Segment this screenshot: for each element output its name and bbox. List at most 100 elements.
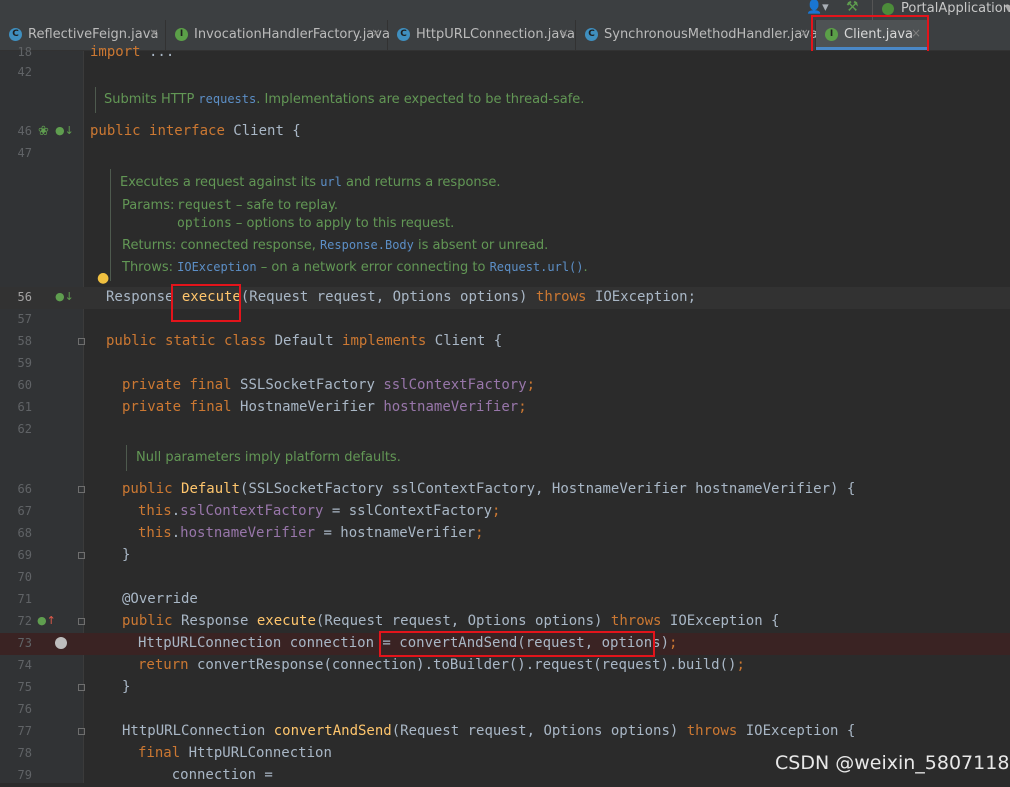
line-number: 77 (17, 724, 32, 738)
code-line-74: 74 return convertResponse(connection).to… (0, 655, 1010, 677)
code-text: } (122, 547, 131, 563)
field-name: sslContextFactory (180, 503, 324, 519)
keyword: public (90, 123, 141, 139)
line-number: 56 (17, 290, 32, 304)
code-line-70: 70 (0, 567, 1010, 589)
method-name: convertAndSend (273, 723, 392, 739)
param-name: request (177, 198, 232, 213)
doc-label: Throws: (122, 260, 173, 275)
close-icon[interactable]: × (149, 26, 159, 40)
line-number: 58 (17, 334, 32, 348)
close-icon[interactable]: × (799, 26, 809, 40)
doc-text: – options to apply to this request. (231, 216, 455, 231)
code-line-18: 18 import ... (0, 42, 1010, 64)
fold-icon[interactable] (78, 684, 85, 691)
javadoc-params-label: Params: (122, 198, 175, 213)
code-text: public interface Client { (90, 123, 301, 139)
code-text: connection = (138, 767, 273, 783)
javadoc-returns: Returns: connected response, Response.Bo… (122, 238, 548, 253)
keyword: final (138, 745, 181, 761)
code-line-69: 69 } (0, 545, 1010, 567)
execute-javadoc-summary: Executes a request against its url and r… (120, 175, 501, 190)
code-line-42: 42 (0, 62, 1010, 84)
doc-link[interactable]: Response.Body (320, 238, 414, 252)
fold-icon[interactable] (78, 618, 85, 625)
lightbulb-icon[interactable]: ● (97, 270, 109, 286)
folded-imports[interactable]: ... (141, 44, 174, 60)
identifier: (Request request, Options options) (315, 613, 611, 629)
class-icon: C (585, 28, 598, 41)
doc-link[interactable]: requests (198, 92, 256, 106)
line-number: 68 (17, 526, 32, 540)
fold-icon[interactable] (78, 338, 85, 345)
code-line-56: 56 ●↓ Response execute(Request request, … (0, 287, 1010, 309)
tab-label: HttpURLConnection.java (416, 27, 575, 42)
keyword: public (106, 333, 157, 349)
watermark: CSDN @weixin_58071186 (775, 752, 1010, 774)
code-editor[interactable]: 18 import ... 42 Submits HTTP requests. … (0, 44, 1010, 783)
code-text: return convertResponse(connection).toBui… (138, 657, 745, 673)
user-icon[interactable]: 👤▾ (806, 0, 829, 15)
keyword: private (122, 399, 182, 415)
line-number: 18 (17, 45, 32, 59)
fold-icon[interactable] (78, 486, 85, 493)
code-line-57: 57 (0, 309, 1010, 331)
punctuation: ; (475, 525, 484, 541)
code-line-75: 75 } (0, 677, 1010, 699)
keyword: throws (686, 723, 738, 739)
doc-link[interactable]: Request.url() (490, 260, 584, 274)
keyword: class (224, 333, 267, 349)
tab-label: SynchronousMethodHandler.java (604, 27, 818, 42)
hammer-icon[interactable]: ⚒ (846, 0, 859, 15)
doc-label: Returns: (122, 238, 177, 253)
line-number: 74 (17, 658, 32, 672)
line-number: 73 (17, 636, 32, 650)
highlight-convert-and-send (379, 631, 655, 657)
keyword: public (122, 613, 173, 629)
doc-text: . Implementations are expected to be thr… (256, 92, 585, 107)
line-number: 79 (17, 768, 32, 782)
fold-icon[interactable] (78, 552, 85, 559)
keyword: private (122, 377, 182, 393)
code-text: final HttpURLConnection (138, 745, 332, 761)
overrides-icon[interactable]: ●↑ (37, 614, 56, 627)
constructor-javadoc: Null parameters imply platform defaults. (136, 450, 401, 465)
run-configuration-label: PortalApplication (901, 1, 1010, 16)
javadoc-param-request: request – safe to replay. (177, 198, 338, 213)
tab-label: InvocationHandlerFactory.java (194, 27, 390, 42)
line-number: 47 (17, 146, 32, 160)
close-icon[interactable]: × (559, 26, 569, 40)
interface-icon: I (175, 28, 188, 41)
close-icon[interactable]: × (371, 26, 381, 40)
code-text: this.sslContextFactory = sslContextFacto… (138, 503, 500, 519)
keyword: throws (535, 289, 587, 305)
line-number: 71 (17, 592, 32, 606)
code-text: } (122, 679, 131, 695)
spring-bean-icon[interactable]: ❀ (38, 124, 49, 139)
field-name: hostnameVerifier (180, 525, 316, 541)
param-name: options (177, 216, 232, 231)
implemented-icon[interactable]: ●↓ (55, 290, 74, 303)
code-line-71: 71 @Override (0, 589, 1010, 611)
implemented-icon[interactable]: ●↓ (55, 124, 74, 137)
identifier: SSLSocketFactory (231, 377, 384, 393)
keyword: this (138, 503, 172, 519)
fold-icon[interactable] (78, 728, 85, 735)
code-text: public Default(SSLSocketFactory sslConte… (122, 481, 855, 497)
keyword: final (189, 377, 232, 393)
keyword: import (90, 44, 141, 60)
line-number: 72 (17, 614, 32, 628)
line-number: 69 (17, 548, 32, 562)
doc-link[interactable]: IOException (177, 260, 256, 274)
code-text: public Response execute(Request request,… (122, 613, 780, 629)
line-number: 78 (17, 746, 32, 760)
doc-bar (110, 169, 111, 281)
identifier: = hostnameVerifier (315, 525, 476, 541)
class-icon: C (397, 28, 410, 41)
punctuation: ; (736, 657, 745, 673)
doc-link[interactable]: url (320, 175, 342, 189)
breakpoint-icon[interactable] (55, 637, 67, 649)
annotation: @Override (122, 591, 198, 607)
code-line-61: 61 private final HostnameVerifier hostna… (0, 397, 1010, 419)
tab-label: ReflectiveFeign.java (28, 27, 159, 42)
